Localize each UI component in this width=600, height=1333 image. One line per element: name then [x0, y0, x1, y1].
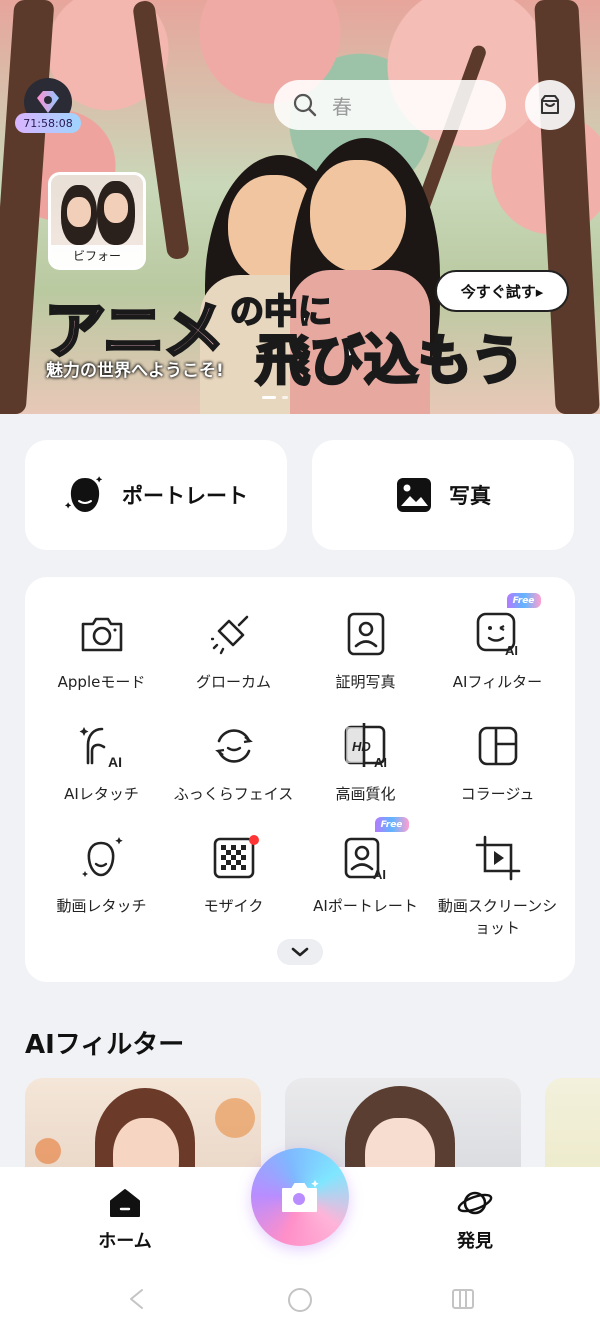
home-circle-icon[interactable] [287, 1287, 313, 1313]
expand-tools-button[interactable] [277, 939, 323, 965]
tool-label: 動画レタッチ [56, 897, 147, 915]
image-icon [397, 478, 431, 512]
ai-portrait-icon: AI Free [341, 817, 409, 883]
nav-home-label: ホーム [98, 1231, 152, 1252]
thumb-face [104, 193, 128, 223]
tool-label: 動画スクリーンショット [437, 897, 558, 937]
tree-trunk [534, 0, 600, 414]
svg-text:AI: AI [374, 755, 387, 769]
system-nav-bar [0, 1267, 600, 1333]
shop-button[interactable] [525, 80, 575, 130]
nav-discover[interactable]: 発見 [425, 1187, 525, 1253]
nav-discover-label: 発見 [457, 1231, 493, 1252]
tool-hd-enhance[interactable]: HD AI 高画質化 [297, 721, 434, 805]
svg-text:AI: AI [373, 867, 386, 881]
portrait-face-icon [64, 476, 103, 512]
camera-sparkle-icon [282, 1180, 319, 1212]
photo-card-label: 写真 [449, 484, 491, 508]
tool-label: Appleモード [57, 673, 146, 691]
planet-icon [457, 1191, 493, 1215]
tool-collage[interactable]: コラージュ [429, 721, 566, 805]
photo-card[interactable]: 写真 [312, 440, 574, 550]
before-label: ビフォー [51, 245, 143, 267]
tool-label: 証明写真 [335, 673, 396, 691]
tool-video-retouch[interactable]: 動画レタッチ [33, 833, 170, 917]
crop-play-icon [473, 833, 523, 883]
autumn-leaf [35, 1138, 61, 1164]
girl-right-face [310, 160, 406, 272]
id-photo-icon [341, 609, 391, 659]
tool-label: モザイク [203, 897, 264, 915]
carousel-dots [262, 396, 288, 399]
collage-icon [473, 721, 523, 771]
tool-label: コラージュ [460, 785, 535, 803]
banner-title-jump: 飛び込もう [254, 327, 525, 394]
tool-video-screenshot[interactable]: 動画スクリーンショット [429, 833, 566, 939]
tool-ai-filter[interactable]: AI Free AIフィルター [429, 593, 566, 693]
tool-label: AIフィルター [452, 673, 543, 691]
home-icon [110, 1189, 140, 1217]
hd-icon: HD AI [341, 721, 391, 771]
tool-label: 高画質化 [335, 785, 396, 803]
nav-home[interactable]: ホーム [75, 1187, 175, 1253]
search-placeholder: 春 [332, 94, 352, 119]
svg-text:AI: AI [108, 754, 122, 769]
tools-panel: Appleモード グローカム 証明写真 AI Free AIフィルター AI A… [25, 577, 575, 982]
notification-dot [248, 835, 259, 845]
tool-ai-portrait[interactable]: AI Free AIポートレート [297, 817, 434, 917]
back-icon[interactable] [126, 1287, 146, 1311]
tool-apple-mode[interactable]: Appleモード [33, 609, 170, 693]
portrait-card[interactable]: ポートレート [25, 440, 287, 550]
thumb-face [67, 197, 91, 227]
video-retouch-face-icon [77, 833, 127, 883]
tool-label: AIポートレート [313, 897, 418, 915]
tool-label: AIレタッチ [64, 785, 139, 803]
svg-text:AI: AI [505, 643, 518, 657]
carousel-dot-active [262, 396, 276, 399]
shopping-bag-icon [541, 95, 559, 114]
recent-apps-icon[interactable] [450, 1287, 476, 1311]
search-bar[interactable]: 春 [274, 80, 506, 130]
ai-retouch-icon: AI [77, 721, 127, 771]
tool-label: ふっくらフェイス [173, 785, 294, 803]
tool-label: グローカム [195, 673, 271, 691]
tool-mosaic[interactable]: モザイク [165, 833, 302, 917]
free-badge: Free [374, 817, 409, 832]
try-now-button[interactable]: 今すぐ試す▸ [435, 270, 569, 312]
before-thumbnail[interactable]: ビフォー [48, 172, 146, 270]
portrait-card-label: ポートレート [122, 484, 248, 508]
spotlight-icon [209, 609, 259, 659]
tool-ai-retouch[interactable]: AI AIレタッチ [33, 721, 170, 805]
ai-filter-face-icon: AI Free [473, 593, 541, 659]
plump-face-icon [209, 721, 259, 771]
countdown-timer: 71:58:08 [15, 113, 81, 133]
chevron-down-icon [291, 947, 309, 957]
ai-filter-section-title: AIフィルター [25, 1030, 185, 1060]
tool-glow-cam[interactable]: グローカム [165, 609, 302, 693]
banner-subtitle: 魅力の世界へようこそ! [46, 361, 224, 381]
autumn-leaf [215, 1098, 255, 1138]
tool-plump-face[interactable]: ふっくらフェイス [165, 721, 302, 805]
svg-text:HD: HD [352, 739, 371, 754]
camera-button[interactable] [251, 1148, 349, 1246]
free-badge: Free [506, 593, 541, 608]
carousel-dot [282, 396, 288, 399]
camera-icon [77, 609, 127, 659]
search-icon [293, 93, 317, 117]
tool-id-photo[interactable]: 証明写真 [297, 609, 434, 693]
mosaic-icon [209, 833, 259, 883]
hero-banner[interactable]: 71:58:08 春 ビフォー 今すぐ試す▸ アニメ の中に 飛び込もう 魅力の… [0, 0, 600, 414]
